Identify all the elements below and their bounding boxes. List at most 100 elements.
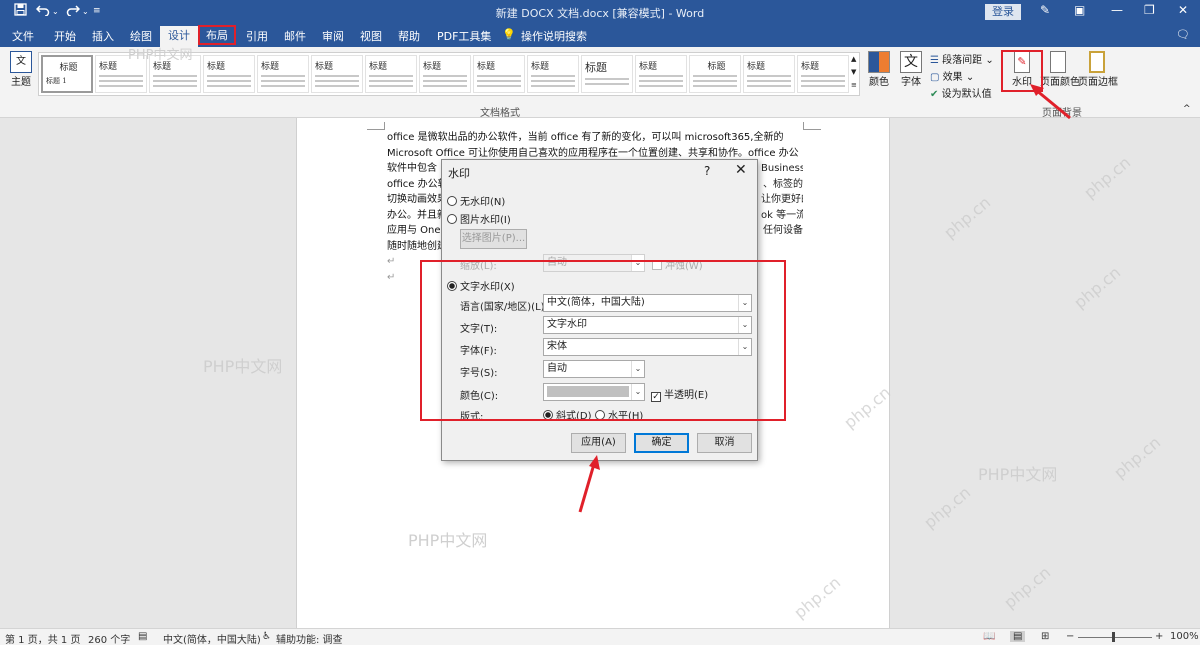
proofing-icon[interactable]: ▤	[138, 631, 147, 642]
tab-mailings[interactable]: 邮件	[284, 28, 306, 44]
tab-home[interactable]: 开始	[54, 28, 76, 44]
language-status[interactable]: 中文(简体，中国大陆)	[163, 631, 261, 645]
zoom-in-button[interactable]: +	[1155, 631, 1163, 642]
zoom-slider-track[interactable]	[1078, 637, 1152, 638]
minimize-icon[interactable]: —	[1111, 3, 1123, 17]
tab-design[interactable]: 设计	[160, 26, 198, 47]
zoom-out-button[interactable]: −	[1066, 631, 1074, 642]
fonts-label: 字体	[901, 77, 921, 88]
page-color-icon	[1050, 51, 1066, 73]
style-thumb[interactable]: 标题	[473, 55, 525, 93]
style-thumb[interactable]: 标题	[743, 55, 795, 93]
page-color-button[interactable]: 页面颜色	[1040, 51, 1080, 88]
window-close-icon[interactable]: ✕	[1178, 3, 1188, 17]
page-count[interactable]: 第 1 页，共 1 页	[5, 631, 80, 645]
tab-pdf-tools[interactable]: PDF工具集	[437, 28, 491, 44]
gallery-more-icon[interactable]: ≡	[851, 81, 857, 89]
text-fragment: 、标签的	[763, 178, 803, 190]
help-icon[interactable]: ?	[704, 164, 710, 178]
group-label-page-background: 页面背景	[1042, 108, 1082, 119]
word-count[interactable]: 260 个字	[88, 631, 130, 645]
fonts-icon: 文	[900, 51, 922, 73]
gallery-scroll-down-icon[interactable]: ▼	[851, 68, 856, 76]
status-bar: 第 1 页，共 1 页 260 个字 ▤ 中文(简体，中国大陆) ♿ 辅助功能:…	[0, 628, 1200, 645]
effects-icon: ▢	[930, 72, 940, 83]
dropdown-icon: ⌄	[965, 72, 975, 83]
no-watermark-radio[interactable]: 无水印(N)	[447, 193, 505, 208]
overlay-watermark-site: PHP中文网	[978, 465, 1058, 484]
paragraph-spacing-label: 段落间距	[942, 55, 983, 66]
overlay-watermark: php.cn	[920, 482, 975, 533]
style-thumb[interactable]: 标题	[203, 55, 255, 93]
tab-view[interactable]: 视图	[360, 28, 382, 44]
ok-button[interactable]: 确定	[634, 433, 689, 453]
picture-watermark-radio[interactable]: 图片水印(I)	[447, 211, 511, 226]
tab-draw[interactable]: 绘图	[130, 28, 152, 44]
set-as-default-label: 设为默认值	[941, 89, 992, 100]
select-picture-button[interactable]: 选择图片(P)...	[460, 229, 527, 249]
tab-insert[interactable]: 插入	[92, 28, 114, 44]
style-thumb[interactable]: 标题	[581, 55, 633, 93]
style-thumb[interactable]: 标题	[149, 55, 201, 93]
tab-help[interactable]: 帮助	[398, 28, 420, 44]
text-fragment: ok 等一流	[761, 209, 803, 221]
style-thumb[interactable]: 标题	[95, 55, 147, 93]
ribbon-tabs: 文件 开始 插入 绘图 设计 布局 引用 邮件 审阅 视图 帮助 PDF工具集 …	[0, 24, 1200, 47]
colors-button[interactable]: 颜色	[866, 51, 892, 88]
restore-icon[interactable]: ❐	[1144, 3, 1155, 17]
themes-label: 主题	[11, 77, 31, 88]
zoom-slider-thumb[interactable]	[1112, 632, 1115, 642]
tab-review[interactable]: 审阅	[322, 28, 344, 44]
ribbon-display-icon[interactable]: ▣	[1074, 3, 1085, 17]
web-layout-icon[interactable]: ⊞	[1041, 631, 1049, 642]
text-fragment: Business。	[761, 163, 803, 174]
collapse-ribbon-icon[interactable]: ^	[1183, 104, 1191, 114]
margin-corner-mark	[803, 122, 821, 130]
tab-file[interactable]: 文件	[12, 28, 34, 44]
page-borders-button[interactable]: 页面边框	[1078, 51, 1118, 88]
tab-layout[interactable]: 布局	[198, 25, 236, 45]
cancel-button[interactable]: 取消	[697, 433, 752, 453]
themes-icon: 文	[10, 51, 32, 73]
fonts-button[interactable]: 文 字体	[898, 51, 924, 88]
read-mode-icon[interactable]: 📖	[983, 631, 995, 642]
page-borders-icon	[1089, 51, 1105, 73]
checkmark-circle-icon: ✔	[930, 89, 939, 100]
style-thumb[interactable]: 标题	[689, 55, 741, 93]
style-thumb[interactable]: 标题	[527, 55, 579, 93]
style-thumb[interactable]: 标题	[311, 55, 363, 93]
style-thumb-current[interactable]: 标题 标题 1	[41, 55, 93, 93]
radio-icon	[447, 214, 457, 224]
effects-button[interactable]: ▢ 效果 ⌄	[930, 68, 974, 83]
paragraph-spacing-icon: ☰	[930, 55, 939, 66]
style-thumb[interactable]: 标题	[635, 55, 687, 93]
print-layout-icon[interactable]: ▤	[1010, 631, 1026, 642]
title-bar: ⌄ ⌄ ≡ 新建 DOCX 文档.docx [兼容模式] - Word 登录 ✎…	[0, 0, 1200, 24]
colors-label: 颜色	[869, 77, 889, 88]
overlay-watermark-site: PHP中文网	[203, 357, 283, 376]
tell-me-search[interactable]: 操作说明搜索	[521, 28, 587, 44]
text-fragment: 让你更好的	[761, 194, 803, 205]
pen-icon[interactable]: ✎	[1040, 3, 1050, 17]
text-fragment-column: Business。 、标签的 让你更好的 ok 等一流 任何设备	[761, 161, 803, 239]
style-thumb[interactable]: 标题	[797, 55, 849, 93]
zoom-level[interactable]: 100%	[1170, 631, 1199, 642]
colors-icon	[868, 51, 890, 73]
text-fragment: 任何设备	[763, 225, 803, 236]
tab-references[interactable]: 引用	[246, 28, 268, 44]
page-borders-label: 页面边框	[1078, 77, 1118, 88]
paragraph-spacing-button[interactable]: ☰ 段落间距 ⌄	[930, 51, 994, 66]
effects-label: 效果	[942, 72, 963, 83]
themes-button[interactable]: 文 主题	[8, 51, 34, 88]
gallery-scroll-up-icon[interactable]: ▲	[851, 55, 856, 63]
style-thumb[interactable]: 标题	[365, 55, 417, 93]
apply-button[interactable]: 应用(A)	[571, 433, 626, 453]
close-icon[interactable]: ✕	[735, 162, 747, 178]
style-thumb[interactable]: 标题	[257, 55, 309, 93]
accessibility-status[interactable]: 辅助功能: 调查	[276, 631, 343, 645]
style-thumb[interactable]: 标题	[419, 55, 471, 93]
set-as-default-button[interactable]: ✔ 设为默认值	[930, 85, 992, 100]
login-button[interactable]: 登录	[985, 4, 1021, 20]
comment-icon[interactable]: 🗨	[1176, 28, 1190, 41]
watermark-highlight-box	[1001, 50, 1043, 92]
